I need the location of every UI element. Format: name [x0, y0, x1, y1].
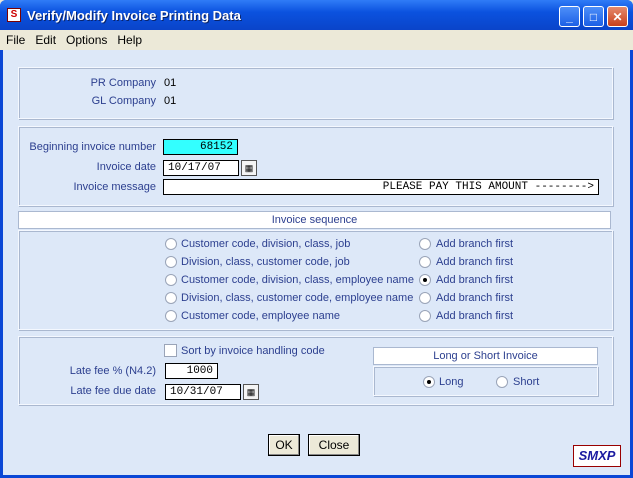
title-bar[interactable]: S Verify/Modify Invoice Printing Data _ …	[0, 0, 633, 30]
branch-option-4-label[interactable]: Add branch first	[436, 292, 513, 304]
pr-company-value: 01	[164, 77, 177, 89]
close-window-button[interactable]: ✕	[607, 6, 628, 27]
dialog-body: PR Company 01 GL Company 01 Beginning in…	[3, 50, 630, 475]
sort-handling-code-checkbox[interactable]	[164, 344, 177, 357]
long-invoice-label[interactable]: Long	[439, 376, 463, 388]
branch-option-1-radio[interactable]	[419, 238, 431, 250]
minimize-button[interactable]: _	[559, 6, 580, 27]
company-group	[18, 67, 613, 119]
long-invoice-radio[interactable]	[423, 376, 435, 388]
smxp-logo: SMXP	[573, 445, 621, 467]
sequence-option-4-label[interactable]: Division, class, customer code, employee…	[181, 292, 413, 304]
invoice-date-input[interactable]: 10/17/07	[163, 160, 239, 176]
menu-help[interactable]: Help	[117, 33, 142, 47]
branch-option-5-label[interactable]: Add branch first	[436, 310, 513, 322]
branch-option-2-label[interactable]: Add branch first	[436, 256, 513, 268]
sequence-option-1-label[interactable]: Customer code, division, class, job	[181, 238, 350, 250]
menu-bar: File Edit Options Help	[0, 30, 633, 50]
gl-company-value: 01	[164, 95, 177, 107]
beginning-invoice-label: Beginning invoice number	[29, 141, 156, 153]
due-date-calendar-icon[interactable]: ▦	[243, 384, 259, 400]
invoice-message-label: Invoice message	[73, 181, 156, 193]
close-button[interactable]: Close	[308, 434, 360, 456]
calendar-icon[interactable]: ▦	[241, 160, 257, 176]
late-fee-input[interactable]: 1000	[165, 363, 218, 379]
late-fee-due-date-input[interactable]: 10/31/07	[165, 384, 241, 400]
short-invoice-radio[interactable]	[496, 376, 508, 388]
sequence-option-2-radio[interactable]	[165, 256, 177, 268]
branch-option-5-radio[interactable]	[419, 310, 431, 322]
app-icon: S	[7, 8, 21, 22]
invoice-type-group	[373, 366, 598, 396]
ok-button[interactable]: OK	[268, 434, 300, 456]
branch-option-1-label[interactable]: Add branch first	[436, 238, 513, 250]
sequence-option-1-radio[interactable]	[165, 238, 177, 250]
late-fee-label: Late fee % (N4.2)	[69, 365, 156, 377]
branch-option-3-label[interactable]: Add branch first	[436, 274, 513, 286]
window-title: Verify/Modify Invoice Printing Data	[27, 8, 241, 23]
sort-handling-code-label[interactable]: Sort by invoice handling code	[181, 345, 325, 357]
sequence-option-2-label[interactable]: Division, class, customer code, job	[181, 256, 350, 268]
invoice-date-label: Invoice date	[96, 161, 156, 173]
invoice-type-header: Long or Short Invoice	[373, 347, 598, 365]
menu-file[interactable]: File	[6, 33, 25, 47]
invoice-message-input[interactable]: PLEASE PAY THIS AMOUNT -------->	[163, 179, 599, 195]
menu-options[interactable]: Options	[66, 33, 107, 47]
branch-option-4-radio[interactable]	[419, 292, 431, 304]
sequence-option-3-radio[interactable]	[165, 274, 177, 286]
menu-edit[interactable]: Edit	[35, 33, 56, 47]
late-fee-due-date-label: Late fee due date	[70, 385, 156, 397]
maximize-button[interactable]: □	[583, 6, 604, 27]
branch-option-2-radio[interactable]	[419, 256, 431, 268]
branch-option-3-radio[interactable]	[419, 274, 431, 286]
invoice-sequence-header: Invoice sequence	[18, 211, 611, 229]
gl-company-label: GL Company	[91, 95, 156, 107]
pr-company-label: PR Company	[90, 77, 156, 89]
short-invoice-label[interactable]: Short	[513, 376, 539, 388]
sequence-option-5-label[interactable]: Customer code, employee name	[181, 310, 340, 322]
sequence-option-3-label[interactable]: Customer code, division, class, employee…	[181, 274, 414, 286]
beginning-invoice-input[interactable]: 68152	[163, 139, 238, 155]
sequence-option-5-radio[interactable]	[165, 310, 177, 322]
sequence-option-4-radio[interactable]	[165, 292, 177, 304]
